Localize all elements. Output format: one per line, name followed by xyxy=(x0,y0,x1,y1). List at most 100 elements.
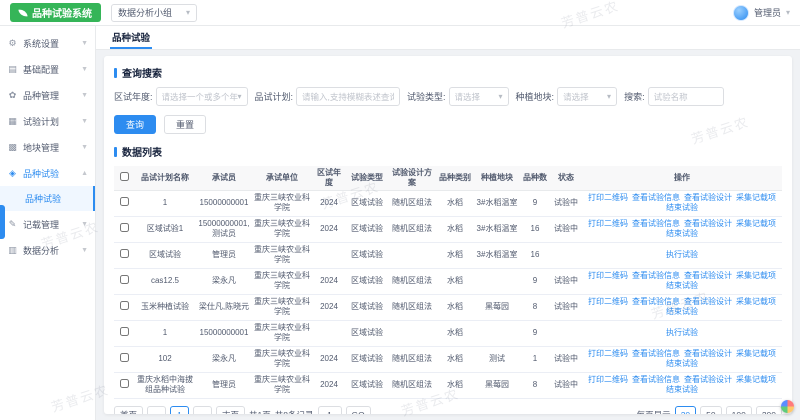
field-select[interactable]: 请选择一个或多个年份▾ xyxy=(156,87,248,106)
cell-name: 区域试验1 xyxy=(134,216,196,242)
row-checkbox[interactable] xyxy=(120,197,129,206)
op-link-查看试验设计[interactable]: 查看试验设计 xyxy=(684,271,732,281)
sidebar-item-基础配置[interactable]: ▤基础配置▼ xyxy=(0,56,95,82)
sidebar-item-系统设置[interactable]: ⚙系统设置▼ xyxy=(0,30,95,56)
op-link-采集记载项[interactable]: 采集记载项 xyxy=(736,297,776,307)
op-link-采集记载项[interactable]: 采集记载项 xyxy=(736,271,776,281)
query-button[interactable]: 查询 xyxy=(114,115,156,134)
op-link-采集记载项[interactable]: 采集记载项 xyxy=(736,375,776,385)
op-link-结束试验[interactable]: 结束试验 xyxy=(666,203,698,213)
jump-page-input[interactable] xyxy=(318,406,342,415)
field-input[interactable]: 试验名称 xyxy=(648,87,724,106)
page-size-20[interactable]: 20 xyxy=(675,406,696,415)
op-link-打印二维码[interactable]: 打印二维码 xyxy=(588,375,628,385)
op-link-查看试验设计[interactable]: 查看试验设计 xyxy=(684,375,732,385)
row-checkbox[interactable] xyxy=(120,301,129,310)
op-link-打印二维码[interactable]: 打印二维码 xyxy=(588,297,628,307)
op-link-结束试验[interactable]: 结束试验 xyxy=(666,307,698,317)
op-link-打印二维码[interactable]: 打印二维码 xyxy=(588,193,628,203)
op-link-查看试验信息[interactable]: 查看试验信息 xyxy=(632,349,680,359)
sidebar-item-地块管理[interactable]: ▩地块管理▼ xyxy=(0,134,95,160)
floating-helper-button[interactable] xyxy=(781,400,794,413)
sidebar-item-label: 品种管理 xyxy=(23,89,59,102)
row-checkbox[interactable] xyxy=(120,275,129,284)
op-link-采集记载项[interactable]: 采集记载项 xyxy=(736,349,776,359)
column-header-品试计划名称: 品试计划名称 xyxy=(134,166,196,190)
op-link-查看试验信息[interactable]: 查看试验信息 xyxy=(632,271,680,281)
sidebar-item-数据分析[interactable]: ▥数据分析▼ xyxy=(0,237,95,263)
op-link-查看试验信息[interactable]: 查看试验信息 xyxy=(632,193,680,203)
sidebar-item-label: 数据分析 xyxy=(23,244,59,257)
page-button-1[interactable]: 1 xyxy=(170,406,189,415)
cell-name: 1 xyxy=(134,190,196,216)
op-link-采集记载项[interactable]: 采集记载项 xyxy=(736,219,776,229)
op-link-结束试验[interactable]: 结束试验 xyxy=(666,281,698,291)
op-link-查看试验设计[interactable]: 查看试验设计 xyxy=(684,297,732,307)
op-link-结束试验[interactable]: 结束试验 xyxy=(666,359,698,369)
op-link-查看试验信息[interactable]: 查看试验信息 xyxy=(632,297,680,307)
cell-unit: 重庆三峡农业科学院 xyxy=(252,320,312,346)
chevron-down-icon: ▼ xyxy=(81,92,88,99)
next-page-button[interactable]: › xyxy=(193,406,212,415)
op-link-采集记载项[interactable]: 采集记载项 xyxy=(736,193,776,203)
cell-name: 玉米种植试验 xyxy=(134,294,196,320)
op-link-查看试验设计[interactable]: 查看试验设计 xyxy=(684,219,732,229)
row-checkbox[interactable] xyxy=(120,223,129,232)
last-page-button[interactable]: 末页 xyxy=(216,406,245,415)
go-button[interactable]: GO xyxy=(346,406,371,415)
workspace-select[interactable]: 数据分析小组 ▾ xyxy=(111,4,197,22)
row-checkbox[interactable] xyxy=(120,379,129,388)
user-name: 管理员 xyxy=(754,6,781,19)
first-page-button[interactable]: 首页 xyxy=(114,406,143,415)
field-select[interactable]: 请选择▾ xyxy=(557,87,617,106)
cell-plot: 黑莓园 xyxy=(474,372,520,398)
sidebar-item-品种试验[interactable]: ◈品种试验▲ xyxy=(0,160,95,186)
op-link-查看试验信息[interactable]: 查看试验信息 xyxy=(632,375,680,385)
search-field-品试计划: 品试计划:请输入,支持模糊表述查询 xyxy=(255,87,401,106)
avatar[interactable] xyxy=(733,5,749,21)
table-row: 115000000001重庆三峡农业科学院区域试验水稻9执行试验 xyxy=(114,320,782,346)
sidebar: ⚙系统设置▼▤基础配置▼✿品种管理▼▦试验计划▼▩地块管理▼◈品种试验▲品种试验… xyxy=(0,26,96,420)
sidebar-item-试验计划[interactable]: ▦试验计划▼ xyxy=(0,108,95,134)
sidebar-subitem-品种试验[interactable]: 品种试验 xyxy=(0,186,95,211)
op-link-打印二维码[interactable]: 打印二维码 xyxy=(588,349,628,359)
op-link-打印二维码[interactable]: 打印二维码 xyxy=(588,271,628,281)
cell-category: 水稻 xyxy=(436,294,474,320)
cell-year: 2024 xyxy=(312,190,346,216)
row-checkbox[interactable] xyxy=(120,327,129,336)
page-size-100[interactable]: 100 xyxy=(726,406,752,415)
chevron-down-icon: ▼ xyxy=(81,247,88,254)
op-link-结束试验[interactable]: 结束试验 xyxy=(666,229,698,239)
cell-plot xyxy=(474,268,520,294)
search-section-title: 查询搜索 xyxy=(114,65,782,80)
cell-name: 102 xyxy=(134,346,196,372)
cell-type: 区域试验 xyxy=(346,320,388,346)
op-link-结束试验[interactable]: 结束试验 xyxy=(666,385,698,395)
op-link-查看试验设计[interactable]: 查看试验设计 xyxy=(684,349,732,359)
op-link-查看试验信息[interactable]: 查看试验信息 xyxy=(632,219,680,229)
row-checkbox[interactable] xyxy=(120,353,129,362)
top-bar: 品种试验系统 数据分析小组 ▾ 管理员 ▾ xyxy=(0,0,800,26)
cell-tester: 15000000001 xyxy=(196,320,252,346)
row-checkbox[interactable] xyxy=(120,249,129,258)
page-size-50[interactable]: 50 xyxy=(700,406,721,415)
field-select[interactable]: 请选择▾ xyxy=(449,87,509,106)
sidebar-item-品种管理[interactable]: ✿品种管理▼ xyxy=(0,82,95,108)
reset-button[interactable]: 重置 xyxy=(164,115,206,134)
op-link-执行试验[interactable]: 执行试验 xyxy=(666,328,698,338)
prev-page-button[interactable]: ‹ xyxy=(147,406,166,415)
sidebar-item-记载管理[interactable]: ✎记载管理▼ xyxy=(0,211,95,237)
chevron-down-icon[interactable]: ▾ xyxy=(786,8,790,17)
op-link-打印二维码[interactable]: 打印二维码 xyxy=(588,219,628,229)
page-size-200[interactable]: 200 xyxy=(756,406,782,415)
plot-icon: ▩ xyxy=(7,142,18,153)
op-link-查看试验设计[interactable]: 查看试验设计 xyxy=(684,193,732,203)
select-all-checkbox[interactable] xyxy=(120,172,129,181)
tab-variety-test[interactable]: 品种试验 xyxy=(110,26,152,49)
op-link-执行试验[interactable]: 执行试验 xyxy=(666,250,698,260)
field-input[interactable]: 请输入,支持模糊表述查询 xyxy=(296,87,400,106)
cell-tester: 梁永凡 xyxy=(196,346,252,372)
cell-design: 随机区组法 xyxy=(388,294,436,320)
sidebar-collapse-handle[interactable] xyxy=(0,205,5,239)
chevron-down-icon: ▾ xyxy=(238,92,242,101)
